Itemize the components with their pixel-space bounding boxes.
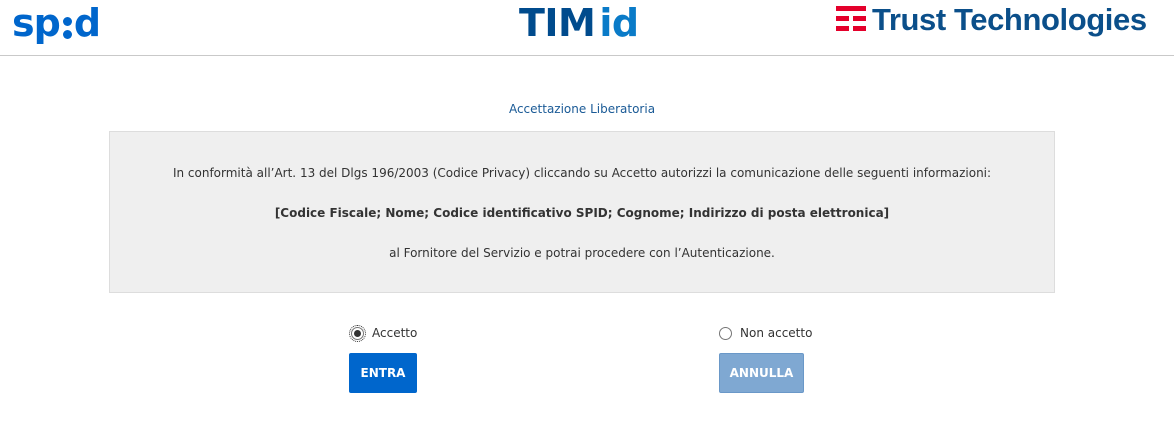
spid-logo-text-start: sp [12,1,61,45]
consent-text-outro: al Fornitore del Servizio e potrai proce… [389,246,775,260]
tim-logo-suffix: id [599,1,639,45]
page-header: sp d TIM id Trust Technologies [0,0,1174,56]
spid-logo-text-end: d [73,1,101,45]
consent-attributes-list: [Codice Fiscale; Nome; Codice identifica… [274,206,890,220]
accept-radio[interactable] [349,324,366,342]
decline-radio-label[interactable]: Non accetto [740,326,812,340]
trust-technologies-logo-text: Trust Technologies [872,2,1147,37]
decline-radio[interactable] [719,326,732,340]
annulla-button[interactable]: ANNULLA [719,353,804,393]
entra-button[interactable]: ENTRA [349,353,417,393]
trust-technologies-mark-icon [836,6,866,32]
spid-logo-icon [61,12,73,42]
decline-option[interactable]: Non accetto [719,324,812,342]
consent-text-intro: In conformità all’Art. 13 del Dlgs 196/2… [172,166,992,180]
tim-logo-main: TIM [519,1,596,45]
consent-panel: In conformità all’Art. 13 del Dlgs 196/2… [109,131,1055,293]
tim-id-logo: TIM id [519,2,639,44]
spid-logo: sp d [12,1,101,45]
page-title: Accettazione Liberatoria [508,102,656,116]
accept-radio-label[interactable]: Accetto [372,326,417,340]
accept-option[interactable]: Accetto [349,324,417,342]
